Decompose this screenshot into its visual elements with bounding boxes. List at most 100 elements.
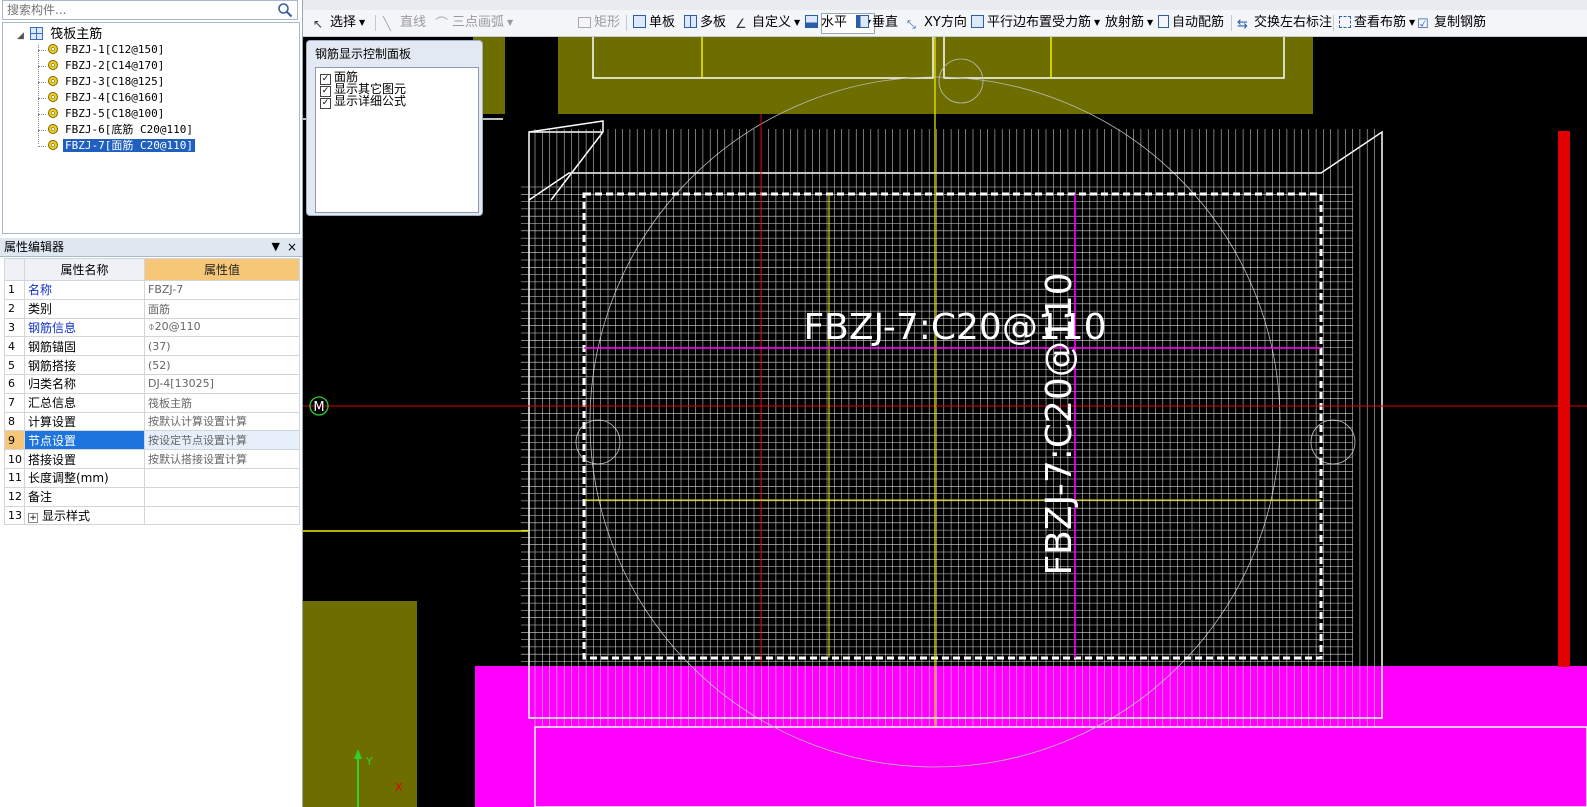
swap-labels-button[interactable]: ⇆ 交换左右标注 — [1237, 14, 1332, 32]
arc-label: 三点画弧 — [452, 15, 505, 30]
property-row[interactable]: 12 备注 — [4, 486, 300, 507]
ucs-x-label: X — [395, 781, 403, 794]
property-name[interactable]: 钢筋搭接 — [24, 355, 145, 375]
row-number: 7 — [4, 392, 25, 413]
property-row[interactable]: 6 归类名称 DJ-4[13025] — [4, 373, 300, 394]
chevron-down-icon[interactable]: ▼ — [794, 18, 800, 27]
property-row[interactable]: 4 钢筋锚固 (37) — [4, 336, 300, 357]
arc-button[interactable]: ⌒ 三点画弧 ▼ — [435, 14, 513, 32]
view-rebar-button[interactable]: 查看布筋 ▼ — [1339, 14, 1415, 32]
single-slab-icon — [633, 15, 646, 28]
xy-direction-button[interactable]: ⤡ XY方向 — [907, 14, 967, 32]
tree-item[interactable]: FBZJ-1[C12@150] — [47, 42, 166, 57]
property-value[interactable]: (37) — [144, 336, 300, 357]
property-value[interactable]: (52) — [144, 355, 300, 375]
property-name-text: 节点设置 — [28, 433, 77, 448]
property-name[interactable]: 节点设置 — [24, 430, 145, 451]
tree-item[interactable]: FBZJ-7[面筋 C20@110] — [47, 138, 196, 153]
property-name[interactable]: + 显示样式 — [24, 505, 145, 526]
close-icon[interactable]: × — [287, 238, 297, 256]
property-row[interactable]: 5 钢筋搭接 (52) — [4, 355, 300, 375]
chevron-down-icon[interactable]: ▼ — [507, 18, 513, 27]
tree-item[interactable]: FBZJ-3[C18@125] — [47, 74, 166, 89]
property-name[interactable]: 类别 — [24, 298, 145, 319]
property-value[interactable]: 按设定节点设置计算 — [144, 430, 300, 451]
copy-rebar-button[interactable]: ☑ 复制钢筋 — [1417, 14, 1486, 32]
checkbox-icon[interactable]: ✓ — [320, 98, 331, 109]
property-row[interactable]: 9 节点设置 按设定节点设置计算 — [4, 430, 300, 451]
property-name[interactable]: 钢筋锚固 — [24, 336, 145, 357]
search-icon[interactable] — [277, 2, 293, 18]
parallel-edge-icon — [971, 15, 984, 28]
multi-slab-button[interactable]: 多板 — [684, 14, 726, 32]
radial-label: 放射筋 — [1105, 15, 1145, 30]
collapse-icon[interactable]: ◢ — [17, 28, 26, 44]
property-name[interactable]: 汇总信息 — [24, 392, 145, 413]
property-row[interactable]: 7 汇总信息 筏板主筋 — [4, 392, 300, 413]
rect-button[interactable]: 矩形 — [578, 14, 620, 32]
auto-rebar-button[interactable]: 自动配筋 — [1158, 14, 1224, 32]
chevron-down-icon[interactable]: ▼ — [1409, 18, 1415, 27]
component-tree: ◢ 筏板主筋 FBZJ-1[C12@150] FBZJ-2[C14@170] FBZ… — [2, 22, 300, 234]
property-name[interactable]: 备注 — [24, 486, 145, 507]
search-input[interactable] — [7, 1, 267, 19]
cad-drawing[interactable]: FBZJ-7:C20@110 FBZJ-7:C20@110 M Y X — [303, 37, 1587, 807]
red-strip — [1558, 131, 1570, 667]
option-show-formula[interactable]: ✓ 显示详细公式 — [320, 95, 406, 109]
rebar-gear-icon — [48, 124, 58, 134]
property-value[interactable] — [144, 486, 300, 507]
custom-button[interactable]: ∠ 自定义 ▼ — [735, 14, 800, 32]
property-name[interactable]: 名称 — [24, 280, 145, 300]
line-button[interactable]: ╲ 直线 — [383, 14, 426, 32]
rebar-label-vertical[interactable]: FBZJ-7:C20@110 — [1039, 272, 1080, 575]
tree-root[interactable]: ◢ 筏板主筋 — [17, 27, 102, 43]
property-name[interactable]: 计算设置 — [24, 411, 145, 432]
property-name[interactable]: 归类名称 — [24, 373, 145, 394]
row-number: 10 — [4, 449, 25, 469]
property-value[interactable]: 筏板主筋 — [144, 392, 300, 413]
property-value[interactable]: 面筋 — [144, 298, 300, 319]
vertical-icon — [856, 15, 869, 28]
property-row[interactable]: 1 名称 FBZJ-7 — [4, 280, 300, 300]
property-value[interactable]: 按默认搭接设置计算 — [144, 449, 300, 469]
chevron-down-icon[interactable]: ▼ — [359, 18, 365, 27]
property-row[interactable]: 8 计算设置 按默认计算设置计算 — [4, 411, 300, 432]
property-row[interactable]: 3 钢筋信息 ⌽20@110 — [4, 317, 300, 338]
line-icon: ╲ — [383, 17, 391, 32]
property-value[interactable]: FBZJ-7 — [144, 280, 300, 300]
property-row[interactable]: 13 + 显示样式 — [4, 505, 300, 526]
tree-item[interactable]: FBZJ-2[C14@170] — [47, 58, 166, 73]
property-value[interactable] — [144, 505, 300, 526]
property-value[interactable]: ⌽20@110 — [144, 317, 300, 338]
vertical-button[interactable]: 垂直 — [856, 14, 898, 32]
property-value[interactable] — [144, 467, 300, 488]
tree-item[interactable]: FBZJ-4[C16@160] — [47, 90, 166, 105]
marker-label: M — [313, 400, 324, 415]
property-name[interactable]: 长度调整(mm) — [24, 467, 145, 488]
property-name[interactable]: 钢筋信息 — [24, 317, 145, 338]
tree-item[interactable]: FBZJ-5[C18@100] — [47, 106, 166, 121]
property-row[interactable]: 10 搭接设置 按默认搭接设置计算 — [4, 449, 300, 469]
single-slab-button[interactable]: 单板 — [633, 14, 675, 32]
radial-rebar-button[interactable]: 放射筋 ▼ — [1105, 14, 1153, 32]
select-button[interactable]: ↖ 选择 ▼ — [313, 14, 365, 32]
drawing-canvas[interactable]: FBZJ-7:C20@110 FBZJ-7:C20@110 M Y X — [303, 37, 1587, 807]
property-name-text: 汇总信息 — [28, 396, 77, 411]
row-number: 2 — [4, 298, 25, 319]
toolbar-separator — [1231, 15, 1232, 31]
property-value[interactable]: DJ-4[13025] — [144, 373, 300, 394]
pin-icon[interactable]: ▼ — [272, 238, 280, 256]
property-row[interactable]: 11 长度调整(mm) — [4, 467, 300, 488]
expand-icon[interactable]: + — [28, 512, 38, 523]
search-box[interactable] — [2, 0, 298, 20]
horizontal-label: 水平 — [821, 15, 848, 30]
chevron-down-icon[interactable]: ▼ — [1147, 18, 1153, 27]
parallel-rebar-button[interactable]: 平行边布置受力筋 ▼ — [971, 14, 1100, 32]
horizontal-button[interactable]: 水平 — [805, 14, 847, 32]
tree-item[interactable]: FBZJ-6[底筋 C20@110] — [47, 122, 195, 137]
property-value[interactable]: 按默认计算设置计算 — [144, 411, 300, 432]
col-num-header — [4, 258, 25, 281]
property-row[interactable]: 2 类别 面筋 — [4, 298, 300, 319]
chevron-down-icon[interactable]: ▼ — [1094, 18, 1100, 27]
property-name[interactable]: 搭接设置 — [24, 449, 145, 469]
